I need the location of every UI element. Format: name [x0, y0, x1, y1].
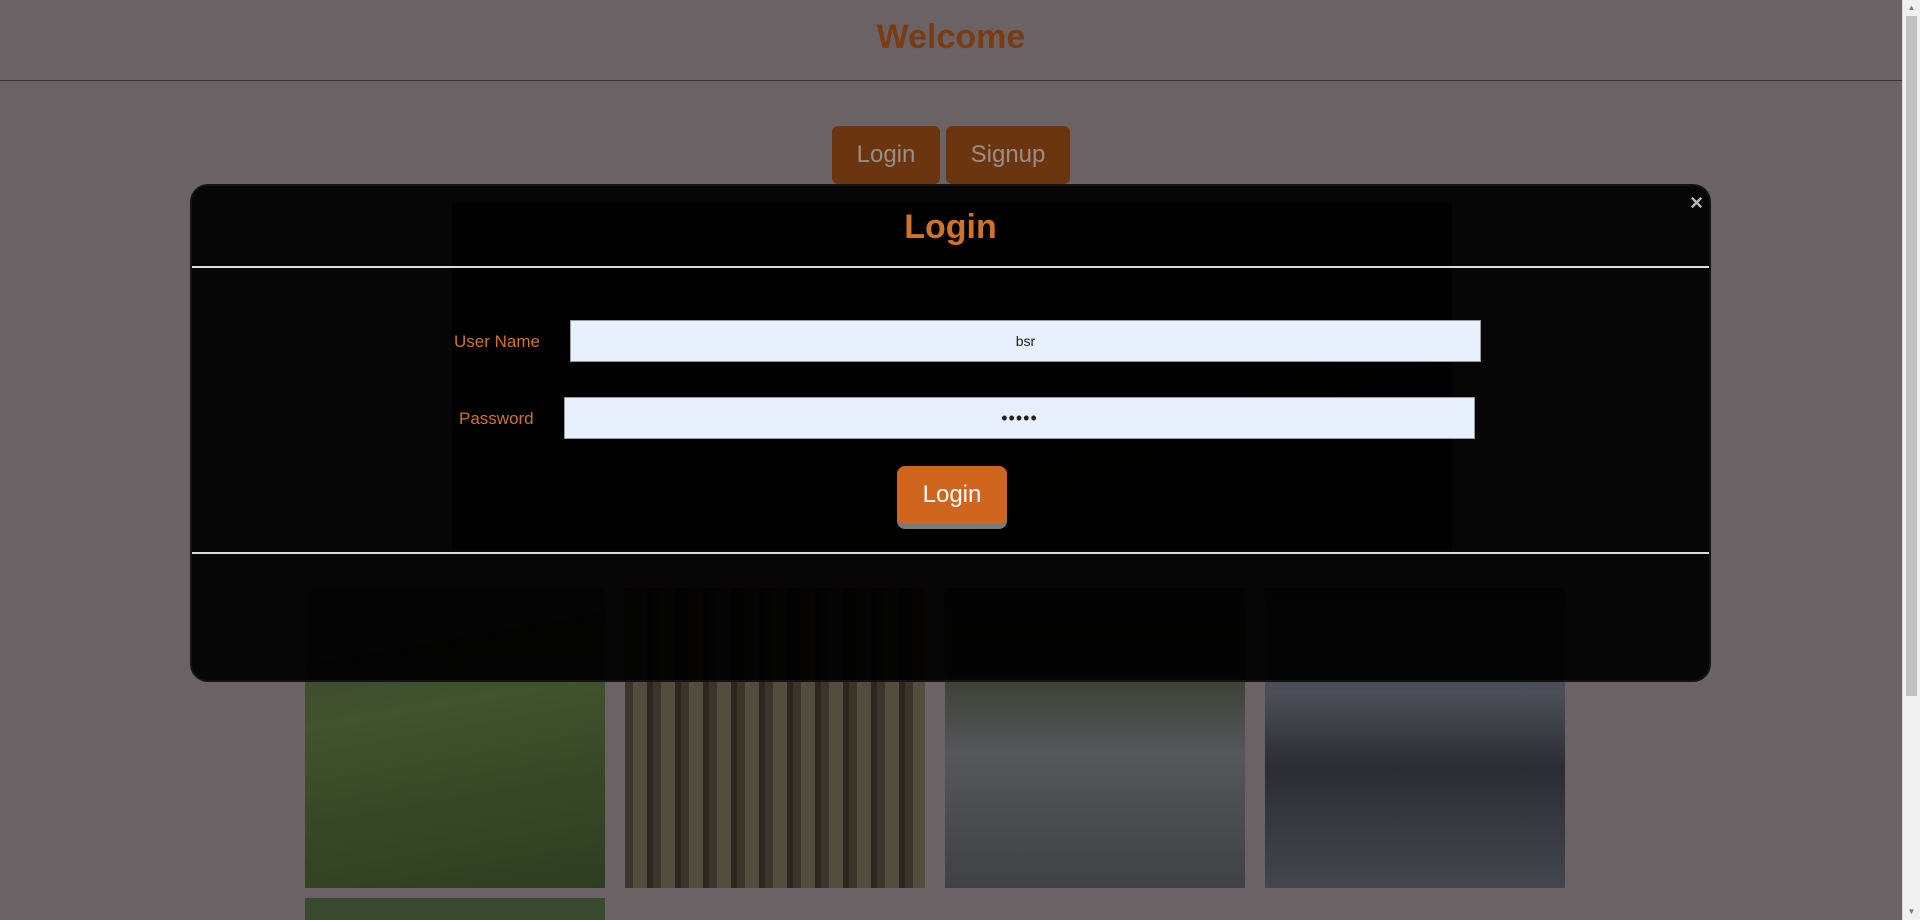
modal-divider [192, 266, 1709, 268]
page-title: Welcome [876, 18, 1026, 56]
scrollbar-thumb[interactable] [1906, 16, 1917, 696]
gallery-image [305, 898, 605, 920]
login-tab-button[interactable]: Login [832, 126, 940, 184]
scroll-up-icon[interactable]: ▲ [1903, 0, 1920, 16]
vertical-scrollbar[interactable]: ▲ ▼ [1902, 0, 1920, 920]
modal-divider [192, 552, 1709, 554]
login-modal: × Login User Name bsr Password ••••• Log… [190, 184, 1711, 682]
login-submit-button[interactable]: Login [897, 466, 1007, 524]
page-header: Welcome [0, 0, 1902, 81]
signup-tab-button[interactable]: Signup [946, 126, 1070, 184]
password-input[interactable]: ••••• [564, 397, 1475, 439]
modal-title: Login [904, 208, 997, 246]
username-label: User Name [454, 332, 540, 351]
username-input[interactable]: bsr [570, 320, 1481, 362]
page: Welcome Login Signup ‹ › × Login User Na… [0, 0, 1902, 920]
auth-tabs: Login Signup [0, 126, 1902, 184]
password-label: Password [459, 409, 534, 428]
scroll-down-icon[interactable]: ▼ [1903, 904, 1920, 920]
